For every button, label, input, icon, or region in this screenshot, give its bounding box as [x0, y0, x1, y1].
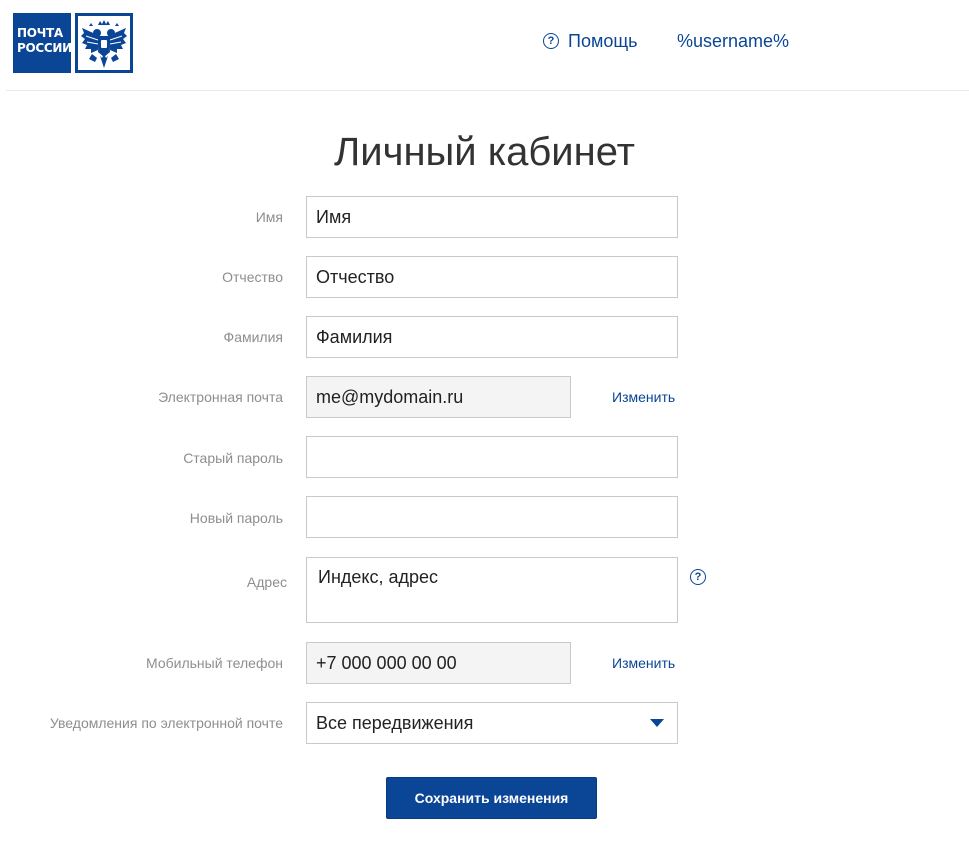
notifications-label: Уведомления по электронной почте: [49, 715, 283, 731]
old-password-input[interactable]: [306, 436, 678, 478]
logo-emblem-block: [75, 13, 133, 73]
page-title: Личный кабинет: [334, 130, 635, 174]
notifications-select[interactable]: Все передвижения: [306, 702, 678, 744]
new-password-label: Новый пароль: [189, 510, 283, 526]
phone-label: Мобильный телефон: [146, 655, 283, 671]
phone-field[interactable]: [306, 642, 571, 684]
old-password-label: Старый пароль: [183, 450, 283, 466]
username-link[interactable]: %username%: [677, 30, 789, 52]
header: ПОЧТА РОССИИ ? Помощь %username%: [0, 0, 969, 91]
logo-text-line2: РОССИИ: [17, 41, 72, 55]
email-change-link[interactable]: Изменить: [612, 389, 675, 405]
new-password-input[interactable]: [306, 496, 678, 538]
question-circle-icon[interactable]: ?: [690, 569, 706, 585]
pochta-rossii-logo[interactable]: ПОЧТА РОССИИ: [13, 13, 133, 73]
header-divider: [6, 90, 969, 91]
logo-text: ПОЧТА РОССИИ: [17, 26, 72, 56]
email-label: Электронная почта: [158, 389, 283, 405]
help-link[interactable]: ? Помощь: [543, 30, 638, 52]
last-name-input[interactable]: [306, 316, 678, 358]
email-field[interactable]: [306, 376, 571, 418]
logo-text-line1: ПОЧТА: [17, 26, 63, 40]
save-button[interactable]: Сохранить изменения: [386, 777, 597, 819]
question-circle-icon: ?: [543, 33, 559, 49]
last-name-label: Фамилия: [223, 329, 283, 345]
first-name-label: Имя: [255, 209, 283, 225]
phone-change-link[interactable]: Изменить: [612, 655, 675, 671]
notifications-selected-value: Все передвижения: [316, 713, 474, 733]
address-label: Адрес: [246, 574, 287, 590]
first-name-input[interactable]: [306, 196, 678, 238]
logo-text-block: ПОЧТА РОССИИ: [13, 13, 72, 73]
caret-down-icon: [650, 719, 664, 727]
patronymic-label: Отчество: [222, 269, 283, 285]
patronymic-input[interactable]: [306, 256, 678, 298]
help-label: Помощь: [568, 30, 638, 51]
eagle-emblem-icon: [78, 16, 130, 70]
address-textarea[interactable]: Индекс, адрес: [306, 557, 678, 623]
